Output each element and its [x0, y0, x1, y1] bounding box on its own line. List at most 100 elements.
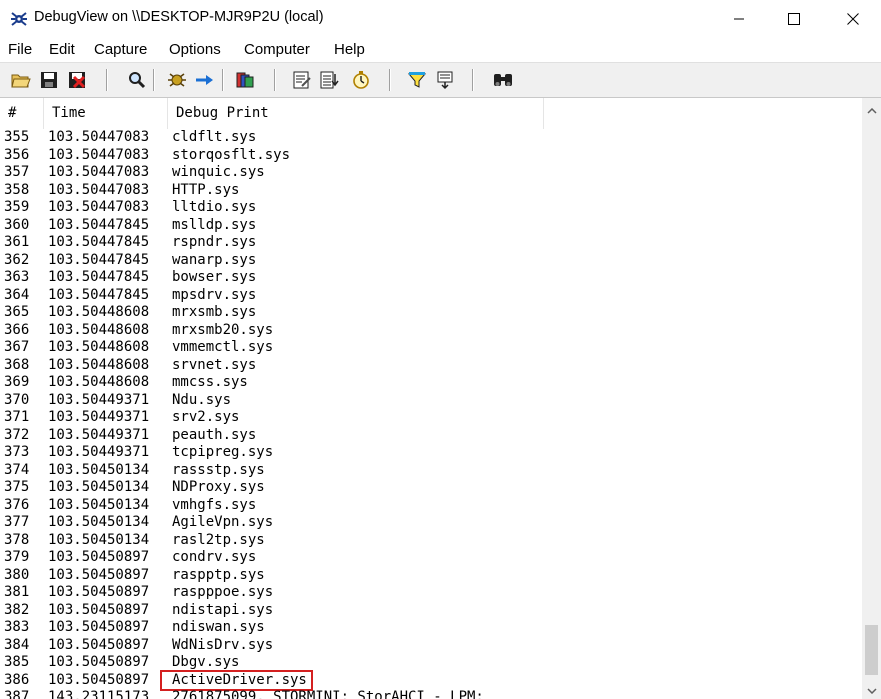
capture-button[interactable]	[166, 69, 188, 91]
table-row[interactable]: 378 103.50450134 rasl2tp.sys	[0, 532, 862, 550]
menu-options[interactable]: Options	[169, 41, 221, 58]
row-time: 103.50450897	[48, 671, 150, 688]
row-time: 103.50450897	[48, 549, 150, 565]
row-message: HTTP.sys	[172, 181, 240, 198]
table-row[interactable]: 384 103.50450897 WdNisDrv.sys	[0, 637, 862, 655]
table-row[interactable]: 356 103.50447083 storqosflt.sys	[0, 147, 862, 165]
row-time: 103.50449371	[48, 426, 150, 443]
table-row[interactable]: 381 103.50450897 raspppoe.sys	[0, 584, 862, 602]
table-row[interactable]: 361 103.50447845 rspndr.sys	[0, 234, 862, 252]
history-depth-button[interactable]	[234, 69, 256, 91]
clear-display-button[interactable]	[66, 69, 88, 91]
table-row[interactable]: 357 103.50447083 winquic.sys	[0, 164, 862, 182]
close-button[interactable]	[830, 0, 876, 38]
row-time: 103.50447083	[48, 164, 150, 180]
row-time: 103.50447845	[48, 269, 150, 285]
row-time: 103.50450134	[48, 479, 150, 495]
row-message: rspndr.sys	[172, 234, 257, 250]
menu-edit[interactable]: Edit	[49, 41, 75, 58]
row-time: 103.50450897	[48, 566, 150, 583]
scrollbar-thumb[interactable]	[865, 625, 878, 675]
save-button[interactable]	[38, 69, 60, 91]
table-row[interactable]: 373 103.50449371 tcpipreg.sys	[0, 444, 862, 462]
row-time: 103.50448608	[48, 374, 150, 390]
table-row[interactable]: 380 103.50450897 raspptp.sys	[0, 567, 862, 585]
row-number: 369	[4, 374, 30, 390]
row-time: 103.50447845	[48, 234, 150, 250]
table-row[interactable]: 385 103.50450897 Dbgv.sys	[0, 654, 862, 672]
row-number: 387	[4, 689, 30, 699]
capture-icon	[168, 73, 186, 87]
table-row[interactable]: 372 103.50449371 peauth.sys	[0, 427, 862, 445]
vertical-scrollbar[interactable]	[862, 98, 881, 699]
table-row[interactable]: 366 103.50448608 mrxsmb20.sys	[0, 322, 862, 340]
table-row[interactable]: 383 103.50450897 ndiswan.sys	[0, 619, 862, 637]
table-row[interactable]: 371 103.50449371 srv2.sys	[0, 409, 862, 427]
table-row[interactable]: 374 103.50450134 rassstp.sys	[0, 462, 862, 480]
table-row[interactable]: 386 103.50450897 ActiveDriver.sys	[0, 669, 862, 691]
highlight-button[interactable]	[406, 69, 428, 91]
row-message: raspppoe.sys	[172, 584, 274, 600]
row-time: 103.50450134	[48, 514, 150, 530]
row-message: vmmemctl.sys	[172, 339, 274, 355]
row-time: 103.50450897	[48, 601, 150, 618]
open-icon	[11, 74, 31, 88]
column-header-debug-print[interactable]: Debug Print	[168, 98, 544, 129]
open-button[interactable]	[10, 69, 32, 91]
row-message: mrxsmb20.sys	[172, 321, 274, 338]
menu-bar: File Edit Capture Options Computer Help	[0, 38, 881, 62]
row-time: 103.50447845	[48, 286, 150, 303]
table-row[interactable]: 355 103.50447083 cldflt.sys	[0, 129, 862, 147]
append-button[interactable]	[318, 69, 340, 91]
maximize-button[interactable]	[771, 0, 817, 38]
column-header-number[interactable]: #	[0, 98, 44, 129]
table-row[interactable]: 379 103.50450897 condrv.sys	[0, 549, 862, 567]
scroll-down-button[interactable]	[862, 682, 881, 699]
row-time: 103.50447083	[48, 181, 150, 198]
column-header-time[interactable]: Time	[44, 98, 168, 129]
clock-time-button[interactable]	[350, 69, 372, 91]
row-number: 367	[4, 339, 30, 355]
row-time: 103.50450897	[48, 619, 150, 635]
table-row[interactable]: 377 103.50450134 AgileVpn.sys	[0, 514, 862, 532]
table-row[interactable]: 363 103.50447845 bowser.sys	[0, 269, 862, 287]
row-number: 379	[4, 549, 30, 565]
table-row[interactable]: 360 103.50447845 mslldp.sys	[0, 217, 862, 235]
table-row[interactable]: 359 103.50447083 lltdio.sys	[0, 199, 862, 217]
debug-output-list[interactable]: # Time Debug Print 355 103.50447083 cldflt…	[0, 98, 862, 699]
row-time: 103.50449371	[48, 409, 150, 425]
autoscroll-button[interactable]	[194, 69, 216, 91]
table-row[interactable]: 382 103.50450897 ndistapi.sys	[0, 602, 862, 620]
menu-capture[interactable]: Capture	[94, 41, 147, 58]
log-icon	[437, 71, 453, 90]
log-button[interactable]	[434, 69, 456, 91]
table-row[interactable]: 358 103.50447083 HTTP.sys	[0, 182, 862, 200]
table-row[interactable]: 375 103.50450134 NDProxy.sys	[0, 479, 862, 497]
toolbar-separator	[222, 69, 224, 91]
toolbar-separator	[106, 69, 108, 91]
minimize-button[interactable]	[716, 0, 762, 38]
connect-remote-button[interactable]	[492, 69, 514, 91]
find-button[interactable]	[126, 69, 148, 91]
table-row[interactable]: 370 103.50449371 Ndu.sys	[0, 392, 862, 410]
row-time: 103.50447845	[48, 216, 150, 233]
scroll-up-button[interactable]	[862, 102, 881, 119]
append-icon	[320, 71, 339, 89]
table-row[interactable]: 365 103.50448608 mrxsmb.sys	[0, 304, 862, 322]
column-header: # Time Debug Print	[0, 98, 862, 129]
table-row[interactable]: 362 103.50447845 wanarp.sys	[0, 252, 862, 270]
table-row[interactable]: 364 103.50447845 mpsdrv.sys	[0, 287, 862, 305]
table-row[interactable]: 367 103.50448608 vmmemctl.sys	[0, 339, 862, 357]
menu-computer[interactable]: Computer	[244, 41, 310, 58]
table-row[interactable]: 369 103.50448608 mmcss.sys	[0, 374, 862, 392]
row-time: 103.50449371	[48, 444, 150, 460]
table-row[interactable]: 387 143.23115173 2761875099. STORMINI: Sto…	[0, 689, 862, 699]
window-title: DebugView on \\DESKTOP-MJR9P2U (local)	[34, 9, 324, 25]
menu-file[interactable]: File	[8, 41, 32, 58]
table-row[interactable]: 376 103.50450134 vmhgfs.sys	[0, 497, 862, 515]
menu-help[interactable]: Help	[334, 41, 365, 58]
row-number: 381	[4, 584, 30, 600]
filter-button[interactable]	[291, 69, 313, 91]
table-row[interactable]: 368 103.50448608 srvnet.sys	[0, 357, 862, 375]
toolbar-separator	[153, 69, 155, 91]
